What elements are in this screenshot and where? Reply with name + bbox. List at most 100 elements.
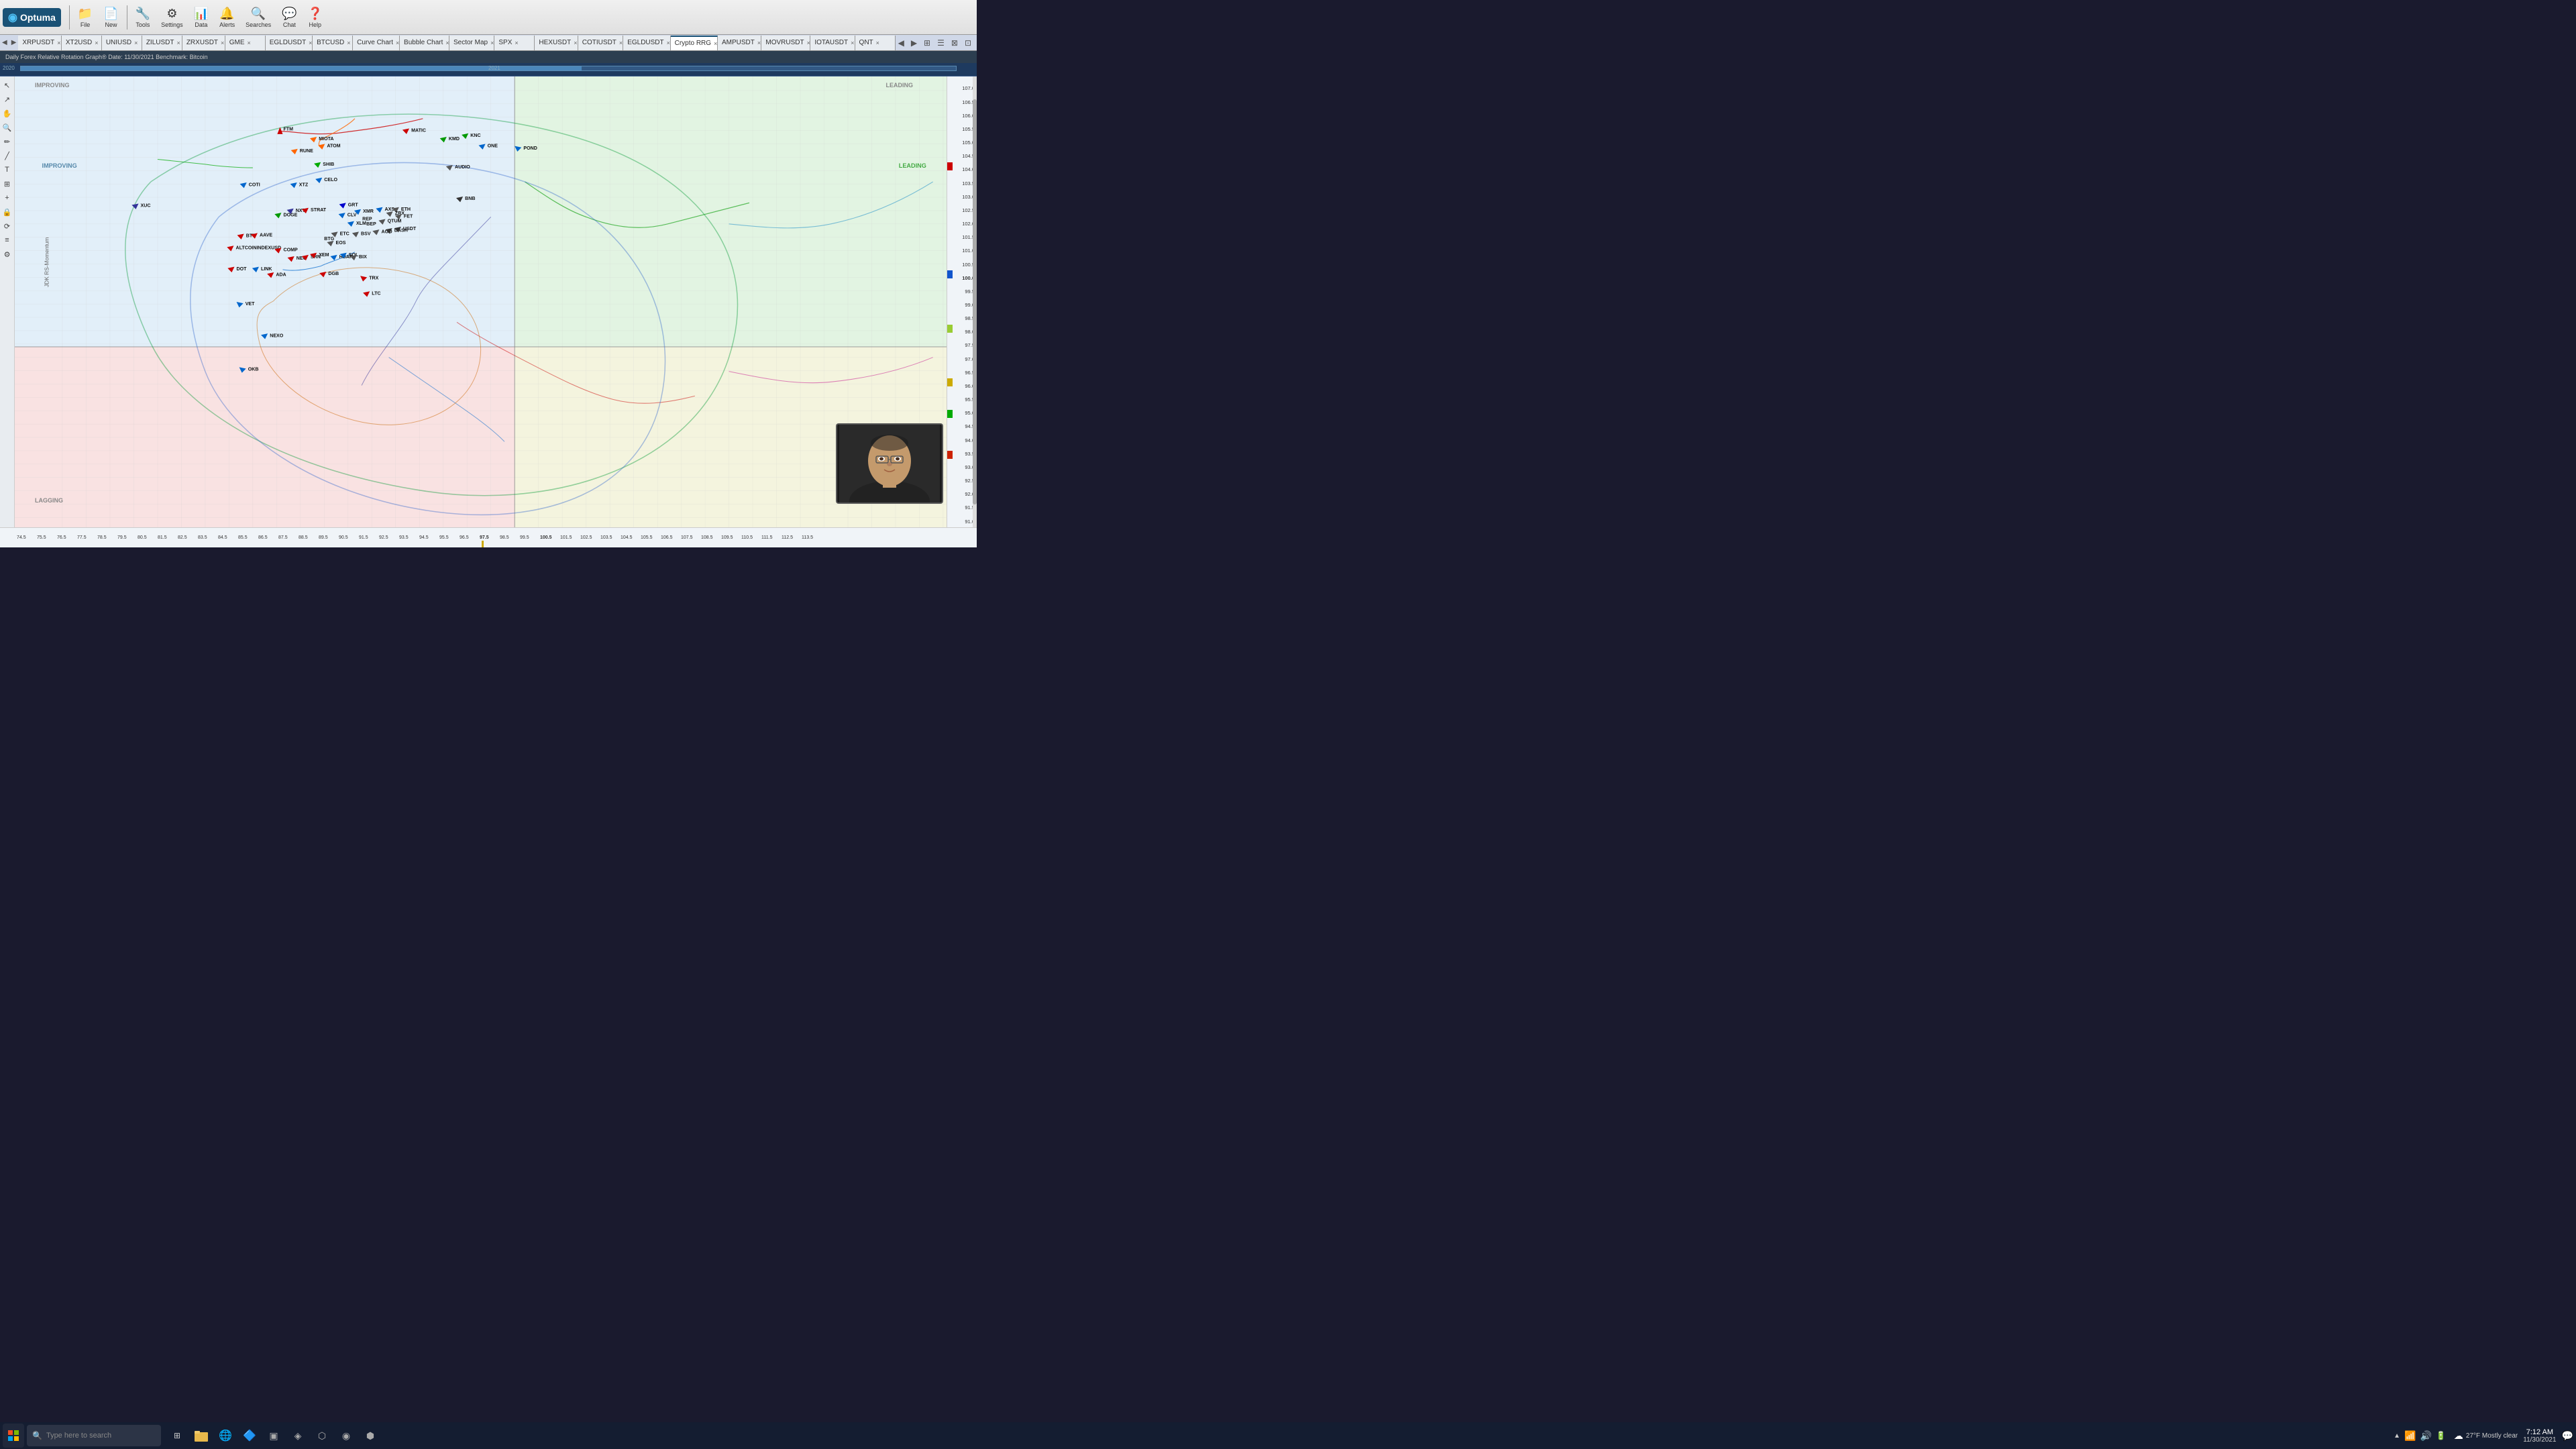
notification-icon[interactable]: 💬 (2562, 1430, 2573, 1442)
taskbar-search[interactable]: 🔍 Type here to search (27, 1425, 161, 1446)
tab-close-18[interactable]: × (851, 40, 854, 46)
tab-next-btn[interactable]: ▶ (9, 39, 19, 46)
tool-text[interactable]: T (1, 164, 13, 176)
tabbar-btn-2[interactable]: ⊞ (921, 38, 933, 48)
tabbar-btn-4[interactable]: ⊠ (949, 38, 961, 48)
chat-icon: 💬 (282, 7, 297, 21)
tab-zilusdt[interactable]: ZILUSDT× (142, 36, 182, 50)
tabbar-btn-1[interactable]: ▶ (908, 38, 920, 48)
tool-line[interactable]: ╱ (1, 150, 13, 162)
tabbar-btn-0[interactable]: ◀ (896, 38, 907, 48)
tab-close-10[interactable]: × (490, 40, 494, 46)
tab-btcusd[interactable]: BTCUSD× (313, 36, 353, 50)
start-button[interactable] (3, 1424, 24, 1448)
tab-close-14[interactable]: × (667, 40, 670, 46)
tab-xt2usd[interactable]: XT2USD× (62, 36, 102, 50)
tab-close-15[interactable]: × (714, 40, 717, 47)
tab-uniusd[interactable]: UNIUSD× (102, 36, 142, 50)
axis-color-yellow-1 (947, 378, 953, 386)
app-icon-3[interactable]: ⬡ (311, 1425, 333, 1446)
tab-movrusdt[interactable]: MOVRUSDT× (761, 36, 810, 50)
tab-gme[interactable]: GME× (225, 36, 266, 50)
tabbar-btn-5[interactable]: ⊡ (962, 38, 974, 48)
tab-close-2[interactable]: × (134, 40, 138, 46)
tab-close-17[interactable]: × (807, 40, 810, 46)
tab-curve-chart[interactable]: Curve Chart× (353, 36, 400, 50)
x-label-825: 82.5 (178, 535, 187, 540)
app-icon-1[interactable]: ▣ (263, 1425, 284, 1446)
tool-pan[interactable]: ✋ (1, 107, 13, 119)
up-arrow-icon[interactable]: ▲ (2394, 1432, 2400, 1440)
tab-close-5[interactable]: × (248, 40, 251, 46)
tab-iotausdt[interactable]: IOTAUSDT× (810, 36, 855, 50)
tab-ampusdt[interactable]: AMPUSDT× (718, 36, 761, 50)
tab-close-8[interactable]: × (396, 40, 399, 46)
tab-spx[interactable]: SPX× (494, 36, 535, 50)
tool-measure[interactable]: ⊞ (1, 178, 13, 190)
file-explorer-icon[interactable] (191, 1425, 212, 1446)
scrollbar-thumb[interactable] (973, 99, 977, 505)
tab-crypto-rrg[interactable]: Crypto RRG× (671, 36, 718, 50)
tabbar-btn-3[interactable]: ☰ (934, 38, 947, 48)
tab-egldusdt[interactable]: EGLDUSDT× (266, 36, 313, 50)
menu-file[interactable]: 📁 File (72, 5, 98, 30)
task-view-icon[interactable]: ⊞ (166, 1425, 188, 1446)
edge-icon[interactable]: 🔷 (239, 1425, 260, 1446)
tab-close-11[interactable]: × (515, 40, 518, 46)
tab-close-19[interactable]: × (876, 40, 879, 46)
tab-close-13[interactable]: × (619, 40, 623, 46)
bix-label: BIX (359, 254, 367, 260)
tool-zoom[interactable]: 🔍 (1, 121, 13, 133)
tab-close-12[interactable]: × (574, 40, 577, 46)
tab-close-9[interactable]: × (445, 40, 449, 46)
tab-close-4[interactable]: × (221, 40, 224, 46)
tool-plus[interactable]: + (1, 192, 13, 204)
menu-tools[interactable]: 🔧 Tools (130, 5, 156, 30)
app-icon-4[interactable]: ◉ (335, 1425, 357, 1446)
tool-settings2[interactable]: ⚙ (1, 248, 13, 260)
tab-close-7[interactable]: × (347, 40, 350, 46)
link-label: LINK (261, 266, 272, 272)
scrollbar-track[interactable] (973, 76, 977, 527)
tab-egldusdt[interactable]: EGLDUSDT× (623, 36, 670, 50)
clock[interactable]: 7:12 AM 11/30/2021 (2523, 1428, 2556, 1444)
ada-label: ADA (276, 271, 286, 277)
app-icon-2[interactable]: ◈ (287, 1425, 309, 1446)
menu-help[interactable]: ❓ Help (303, 5, 328, 30)
tab-qnt[interactable]: QNT× (855, 36, 896, 50)
tool-layers[interactable]: ≡ (1, 234, 13, 246)
tab-close-16[interactable]: × (757, 40, 761, 46)
menu-alerts[interactable]: 🔔 Alerts (214, 5, 240, 30)
lagging-text: LAGGING (35, 497, 63, 504)
chrome-icon[interactable]: 🌐 (215, 1425, 236, 1446)
timeline[interactable]: 2020 2021 (0, 63, 977, 76)
menu-searches[interactable]: 🔍 Searches (240, 5, 276, 30)
x-label-755: 75.5 (37, 535, 46, 540)
tab-close-3[interactable]: × (176, 40, 180, 46)
tool-cursor[interactable]: ↖ (1, 79, 13, 91)
battery-icon[interactable]: 🔋 (2436, 1431, 2446, 1440)
volume-icon[interactable]: 🔊 (2420, 1430, 2432, 1442)
tool-arrow[interactable]: ↗ (1, 93, 13, 105)
menu-chat[interactable]: 💬 Chat (276, 5, 302, 30)
tab-bubble-chart[interactable]: Bubble Chart× (400, 36, 449, 50)
tab-prev-btn[interactable]: ◀ (0, 39, 9, 46)
chart-svg-wrapper[interactable]: IMPROVING LEADING LAGGING JDK RS-Ratio J… (15, 76, 947, 527)
tab-close-1[interactable]: × (95, 40, 98, 46)
tab-xrpusdt[interactable]: XRPUSDT× (18, 36, 61, 50)
tab-zrxusdt[interactable]: ZRXUSDT× (182, 36, 225, 50)
tab-close-6[interactable]: × (309, 40, 312, 46)
menu-settings[interactable]: ⚙ Settings (156, 5, 189, 30)
tab-cotiusdt[interactable]: COTIUSDT× (578, 36, 623, 50)
tab-close-0[interactable]: × (57, 40, 60, 46)
tool-draw[interactable]: ✏ (1, 136, 13, 148)
tool-lock[interactable]: 🔒 (1, 206, 13, 218)
menu-new[interactable]: 📄 New (98, 5, 123, 30)
tab-sector-map[interactable]: Sector Map× (449, 36, 494, 50)
tab-hexusdt[interactable]: HEXUSDT× (535, 36, 578, 50)
menu-data[interactable]: 📊 Data (189, 5, 214, 30)
app-icon-5[interactable]: ⬢ (360, 1425, 381, 1446)
network-icon[interactable]: 📶 (2404, 1430, 2416, 1442)
menu-chat-label: Chat (283, 21, 296, 28)
tool-refresh[interactable]: ⟳ (1, 220, 13, 232)
